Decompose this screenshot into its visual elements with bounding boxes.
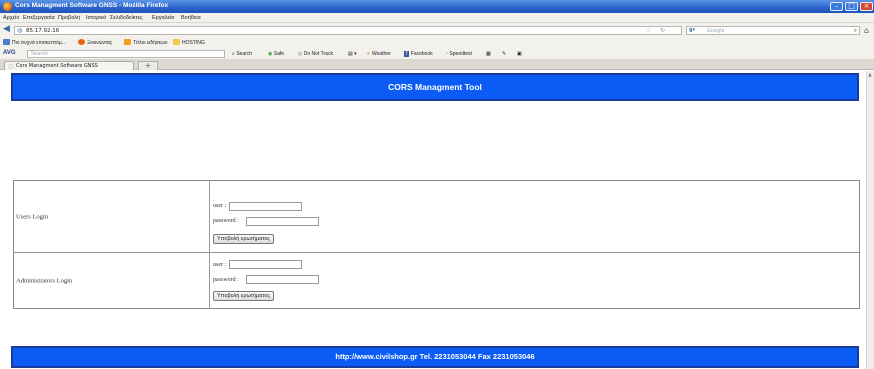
shield-icon: ◉ xyxy=(268,51,273,57)
reload-icon[interactable]: ↻ xyxy=(660,27,665,34)
page-footer-banner: http://www.civilshop.gr Tel. 2231053044 … xyxy=(11,346,859,368)
firefox-icon xyxy=(3,2,12,11)
users-user-input[interactable] xyxy=(229,202,302,211)
admin-submit-button[interactable]: Υποβολή ερωτήματος xyxy=(213,291,275,301)
tab-label[interactable]: Cors Managment Software GNSS xyxy=(16,63,98,69)
admin-login-form: user : password : Υποβολή ερωτήματος xyxy=(211,253,859,308)
bookmark-getting-started[interactable]: Ξεκινώντας xyxy=(78,39,112,46)
admin-password-input[interactable] xyxy=(246,275,319,284)
folder-icon xyxy=(173,39,180,45)
bookmark-most-visited[interactable]: Πιο συχνά επισκεπτόμ... xyxy=(3,39,66,46)
avg-speedtest-button[interactable]: ◔ Speedtest xyxy=(445,51,472,57)
bookmark-hosting[interactable]: HOSTING xyxy=(173,39,205,46)
users-password-label: password : xyxy=(213,218,239,224)
window-titlebar: Cors Managment Software GNSS - Mozilla F… xyxy=(0,0,874,13)
avg-calendar-icon[interactable]: ▦ xyxy=(486,51,491,57)
avg-logo[interactable]: AVG xyxy=(3,50,16,56)
rss-icon xyxy=(124,39,131,45)
menu-tools[interactable]: Εργαλεία xyxy=(152,15,174,21)
facebook-icon: f xyxy=(404,51,410,57)
window-title: Cors Managment Software GNSS - Mozilla F… xyxy=(15,2,169,9)
url-bar[interactable]: ◍ 85.17.92.16 ☆ ↻ xyxy=(14,26,682,35)
avg-weather-button[interactable]: ☀ Weather xyxy=(366,51,391,57)
bookmark-icon xyxy=(3,39,10,45)
page-header-banner: CORS Managment Tool xyxy=(11,73,859,101)
navigation-bar: ◀ ◍ 85.17.92.16 ☆ ↻ g▾ Google ⌕ ⌂ xyxy=(0,23,874,37)
avg-search-input[interactable]: Search xyxy=(27,50,225,58)
users-login-title: Users Login xyxy=(16,213,48,220)
menu-bookmarks[interactable]: Σελιδοδείκτες xyxy=(110,15,143,21)
menu-bar: Αρχείο Επεξεργασία Προβολή Ιστορικό Σελι… xyxy=(0,13,874,23)
page-scrollbar[interactable]: ▲ xyxy=(866,71,874,369)
back-button[interactable]: ◀ xyxy=(3,25,12,34)
menu-help[interactable]: Βοήθεια xyxy=(181,15,201,21)
avg-options-button[interactable]: ▤ ▾ xyxy=(348,51,357,57)
admin-login-row: Administrators Login user : password : Υ… xyxy=(14,253,859,308)
avg-safe-button[interactable]: ◉ Safe xyxy=(268,51,284,57)
menu-history[interactable]: Ιστορικό xyxy=(86,15,106,21)
admin-login-title: Administrators Login xyxy=(16,277,73,284)
close-window-button[interactable]: × xyxy=(860,2,873,11)
avg-do-not-track-button[interactable]: ◎ Do Not Track xyxy=(298,51,333,57)
firefox-icon xyxy=(78,39,85,45)
menu-file[interactable]: Αρχείο xyxy=(3,15,19,21)
minimize-button[interactable]: – xyxy=(830,2,843,11)
users-user-label: user : xyxy=(213,203,227,209)
eye-icon: ◎ xyxy=(298,51,303,57)
login-table: Users Login user : password : Υποβολή ερ… xyxy=(13,180,860,309)
users-login-label-cell: Users Login xyxy=(14,181,210,252)
scroll-up-icon[interactable]: ▲ xyxy=(868,72,872,78)
bookmarks-toolbar: Πιο συχνά επισκεπτόμ... Ξεκινώντας Τίτλο… xyxy=(0,37,874,48)
tab-strip: ◌ Cors Managment Software GNSS + xyxy=(0,60,874,70)
avg-facebook-button[interactable]: f Facebook xyxy=(404,51,433,57)
new-tab-button[interactable]: + xyxy=(138,61,158,70)
admin-password-label: password : xyxy=(213,277,239,283)
avg-search-button[interactable]: ⌕ Search xyxy=(232,51,252,57)
tab-page-icon: ◌ xyxy=(8,63,14,70)
avg-search-placeholder[interactable]: Search xyxy=(31,51,48,57)
admin-login-label-cell: Administrators Login xyxy=(14,253,210,308)
search-bar[interactable]: g▾ Google ⌕ xyxy=(686,26,860,35)
avg-edit-icon[interactable]: ✎ xyxy=(502,51,506,57)
search-bar-placeholder[interactable]: Google xyxy=(707,28,725,34)
menu-view[interactable]: Προβολή xyxy=(58,15,80,21)
users-login-form: user : password : Υποβολή ερωτήματος xyxy=(211,181,859,252)
avg-chat-icon[interactable]: ▣ xyxy=(517,51,522,57)
avg-toolbar: AVG Search ⌕ Search ◉ Safe ◎ Do Not Trac… xyxy=(0,48,874,60)
google-icon[interactable]: g▾ xyxy=(689,27,703,34)
tab-cors-managment[interactable]: ◌ Cors Managment Software GNSS xyxy=(4,61,134,70)
globe-icon: ◍ xyxy=(17,27,23,34)
weather-icon: ☀ xyxy=(366,51,371,57)
home-button[interactable]: ⌂ xyxy=(864,26,869,35)
speedtest-icon: ◔ xyxy=(445,51,449,57)
url-text[interactable]: 85.17.92.16 xyxy=(26,28,59,34)
users-password-input[interactable] xyxy=(246,217,319,226)
users-login-row: Users Login user : password : Υποβολή ερ… xyxy=(14,181,859,253)
admin-user-input[interactable] xyxy=(229,260,302,269)
bookmark-star-icon[interactable]: ☆ xyxy=(646,27,651,34)
users-submit-button[interactable]: Υποβολή ερωτήματος xyxy=(213,234,275,244)
maximize-button[interactable]: □ xyxy=(845,2,858,11)
menu-edit[interactable]: Επεξεργασία xyxy=(23,15,55,21)
page-viewport: CORS Managment Tool Users Login user : p… xyxy=(0,71,866,369)
bookmark-headlines[interactable]: Τίτλοι ειδήσεων xyxy=(124,39,167,46)
search-icon[interactable]: ⌕ xyxy=(854,27,857,35)
admin-user-label: user : xyxy=(213,262,227,268)
